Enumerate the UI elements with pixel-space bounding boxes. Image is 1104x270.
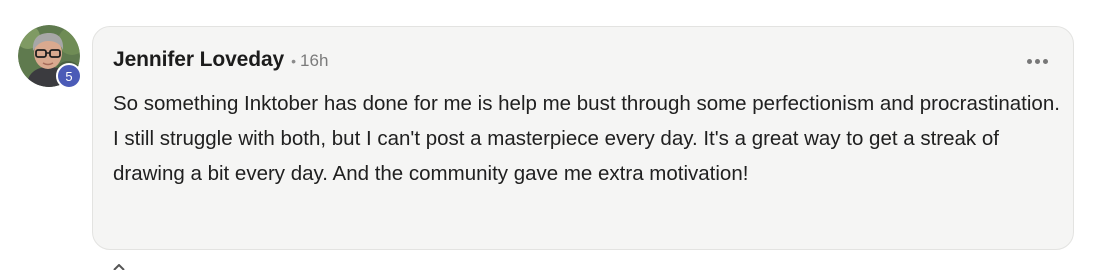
ellipsis-icon [1026,58,1032,64]
ellipsis-icon [1042,58,1048,64]
author-name[interactable]: Jennifer Loveday [113,48,284,72]
comment-meta: Jennifer Loveday • 16h [113,48,328,72]
partial-icon [113,264,125,270]
comment-body: So something Inktober has done for me is… [113,92,1060,185]
more-options-button[interactable] [1019,49,1055,73]
level-badge: 5 [56,63,82,89]
comment-timestamp[interactable]: 16h [300,51,328,71]
author-avatar-container[interactable]: 5 [18,25,82,89]
meta-separator: • [291,53,297,69]
comment-thread: 5 Jennifer Loveday • 16h So something In… [0,0,1104,270]
ellipsis-icon [1034,58,1040,64]
comment-card: Jennifer Loveday • 16h So something Inkt… [92,26,1074,250]
